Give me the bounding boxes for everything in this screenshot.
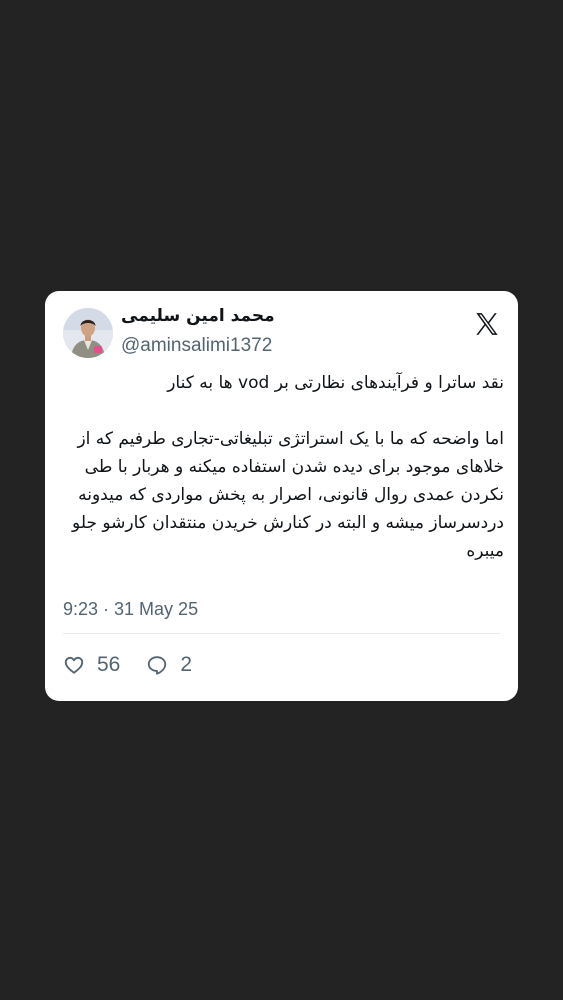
tweet-timestamp[interactable]: 9:23 · 31 May 25 bbox=[63, 599, 198, 620]
x-logo-icon[interactable] bbox=[474, 311, 500, 337]
reply-bubble-icon bbox=[148, 656, 167, 675]
tweet-paragraph: اما واضحه که ما با یک استراتژی تبلیغاتی-… bbox=[72, 429, 504, 561]
author-handle[interactable]: @aminsalimi1372 bbox=[121, 335, 272, 357]
like-button[interactable]: 56 bbox=[63, 653, 120, 677]
avatar[interactable] bbox=[63, 308, 113, 358]
divider bbox=[63, 633, 500, 634]
tweet-card: محمد امین سلیمی @aminsalimi1372 نقد ساتر… bbox=[45, 291, 518, 701]
heart-icon bbox=[64, 656, 84, 674]
author-display-name[interactable]: محمد امین سلیمی bbox=[121, 306, 275, 326]
reply-count: 2 bbox=[180, 653, 193, 676]
reply-button[interactable]: 2 bbox=[146, 653, 192, 677]
tweet-text: نقد ساترا و فرآیندهای نظارتی بر vod ها ب… bbox=[59, 369, 504, 565]
profile-photo-icon bbox=[63, 308, 113, 358]
like-count: 56 bbox=[97, 653, 121, 676]
tweet-paragraph: نقد ساترا و فرآیندهای نظارتی بر vod ها ب… bbox=[167, 373, 504, 393]
tweet-actions: 56 2 bbox=[63, 653, 192, 677]
